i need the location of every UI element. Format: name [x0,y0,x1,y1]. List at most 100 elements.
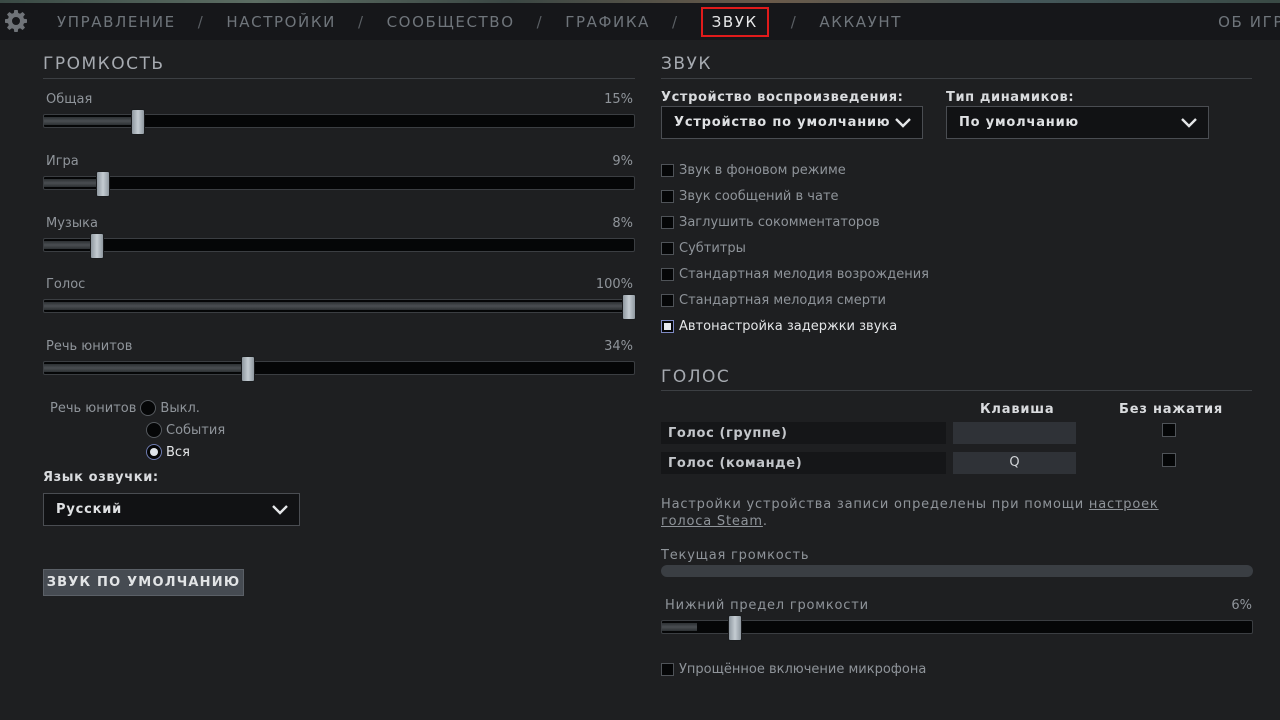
checkbox[interactable] [661,268,674,281]
chevron-down-icon [1181,118,1197,128]
slider-fill [44,302,634,310]
nav-tabs: УПРАВЛЕНИЕ / НАСТРОЙКИ / СООБЩЕСТВО / ГР… [57,7,902,37]
radio-label-all: Вся [166,444,190,460]
slider-label: Музыка [46,216,98,231]
radio-unit-speech-off[interactable] [140,400,157,416]
tab-account[interactable]: АККАУНТ [819,13,902,31]
radio-unit-speech-all[interactable] [146,444,162,460]
steam-voice-settings-link[interactable]: настроек [1089,497,1159,512]
slider-label: Общая [46,92,93,107]
checkbox-label: Стандартная мелодия возрождения [679,267,929,282]
tab-video[interactable]: ГРАФИКА [565,13,650,31]
slider-fill [44,241,92,249]
checkbox-mute-cocasters[interactable]: Заглушить сокомментаторов [661,215,880,230]
tab-audio[interactable]: ЗВУК [700,7,769,37]
speaker-type-dropdown[interactable]: По умолчанию [946,106,1209,139]
playback-device-value: Устройство по умолчанию [674,115,891,130]
volume-section-title: ГРОМКОСТЬ [43,54,165,74]
voice-language-dropdown[interactable]: Русский [43,493,300,526]
slider-label: Игра [46,154,79,169]
threshold-label: Нижний предел громкости [665,598,869,613]
note-end: . [762,514,768,529]
volume-slider[interactable] [43,233,635,259]
voice-party-label: Голос (группе) [661,422,946,444]
voice-team-open-checkbox[interactable] [1162,453,1176,467]
volume-slider[interactable] [43,356,635,382]
checkbox[interactable] [661,242,674,255]
volume-divider [43,78,635,79]
slider-thumb[interactable] [240,356,255,382]
top-nav-bar: УПРАВЛЕНИЕ / НАСТРОЙКИ / СООБЩЕСТВО / ГР… [0,0,1280,40]
speaker-type-value: По умолчанию [959,115,1079,130]
slider-thumb[interactable] [90,233,105,259]
nav-separator: / [671,13,679,31]
checkbox-label: Субтитры [679,241,746,256]
tab-social[interactable]: СООБЩЕСТВО [387,13,515,31]
slider-thumb[interactable] [96,171,111,197]
checkbox[interactable] [661,216,674,229]
top-rim-decoration [0,0,1280,3]
checkbox-label: Звук в фоновом режиме [679,163,846,178]
tab-about-game[interactable]: ОБ ИГР [1218,13,1280,31]
slider-fill [44,117,133,125]
checkbox[interactable] [661,190,674,203]
unit-speech-off-row[interactable]: Речь юнитов Выкл. [50,400,200,416]
voice-divider [661,390,1252,391]
unit-speech-all-row[interactable]: Вся [146,444,190,460]
nav-separator: / [536,13,544,31]
checkbox-label: Упрощённое включение микрофона [679,662,927,677]
slider-label: Голос [46,277,86,292]
unit-speech-label: Речь юнитов [50,400,137,416]
slider-percent: 8% [612,216,633,231]
nav-separator: / [357,13,365,31]
volume-slider[interactable] [43,109,635,135]
checkbox[interactable] [661,164,674,177]
checkbox-label: Автонастройка задержки звука [679,319,898,334]
volume-slider[interactable] [43,171,635,197]
checkbox-auto-latency[interactable]: Автонастройка задержки звука [661,319,897,334]
speaker-type-label: Тип динамиков: [946,90,1075,105]
column-key: Клавиша [980,402,1055,417]
slider-percent: 100% [595,277,633,292]
radio-unit-speech-events[interactable] [146,422,162,438]
voice-section-title: ГОЛОС [661,367,731,387]
checkbox-subtitles[interactable]: Субтитры [661,241,746,256]
voice-party-open-checkbox[interactable] [1162,423,1176,437]
checkbox-simplified-mic[interactable]: Упрощённое включение микрофона [661,662,926,677]
checkbox[interactable] [661,294,674,307]
voice-language-value: Русский [56,502,123,517]
checkbox-death-melody[interactable]: Стандартная мелодия смерти [661,293,886,308]
current-volume-label: Текущая громкость [661,548,810,563]
sound-section-title: ЗВУК [661,54,712,74]
checkbox-background-sound[interactable]: Звук в фоновом режиме [661,163,846,178]
slider-label: Речь юнитов [46,339,133,354]
slider-percent: 15% [604,92,633,107]
slider-thumb[interactable] [622,294,636,320]
playback-device-dropdown[interactable]: Устройство по умолчанию [661,106,923,139]
current-volume-meter [661,565,1253,577]
voice-language-label: Язык озвучки: [43,470,159,485]
voice-team-label: Голос (команде) [661,452,946,474]
default-sound-button[interactable]: ЗВУК ПО УМОЛЧАНИЮ [43,569,244,596]
gear-icon[interactable] [4,9,28,33]
slider-fill [44,364,245,372]
slider-thumb[interactable] [130,109,145,135]
sound-divider [661,78,1252,79]
checkbox-checked[interactable] [661,320,674,333]
checkbox[interactable] [661,663,674,676]
threshold-percent: 6% [1231,598,1252,613]
tab-options[interactable]: НАСТРОЙКИ [226,13,336,31]
unit-speech-events-row[interactable]: События [146,422,225,438]
checkbox-respawn-melody[interactable]: Стандартная мелодия возрождения [661,267,929,282]
tab-controls[interactable]: УПРАВЛЕНИЕ [57,13,176,31]
volume-slider[interactable] [43,294,636,320]
slider-thumb[interactable] [728,615,743,641]
threshold-slider[interactable] [661,615,1253,641]
steam-voice-settings-link[interactable]: голоса Steam [661,514,763,529]
voice-party-key[interactable] [953,422,1076,444]
checkbox-chat-sound[interactable]: Звук сообщений в чате [661,189,839,204]
checkbox-label: Звук сообщений в чате [679,189,839,204]
checkbox-label: Заглушить сокомментаторов [679,215,880,230]
voice-team-key[interactable]: Q [953,452,1076,474]
radio-label-events: События [166,422,226,438]
